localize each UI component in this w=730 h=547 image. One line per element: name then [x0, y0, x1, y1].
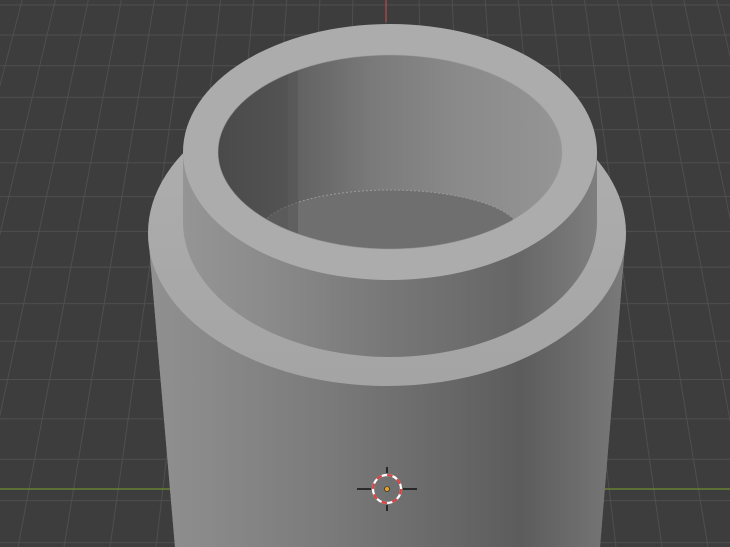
grid-line — [0, 0, 89, 418]
3d-viewport[interactable] — [0, 0, 730, 547]
grid-line — [683, 0, 730, 221]
grid-line — [63, 0, 155, 547]
grid-line — [716, 0, 730, 59]
grid-line — [617, 0, 709, 547]
viewport-canvas — [0, 0, 730, 547]
grid-line — [17, 0, 122, 547]
grid-line — [0, 0, 23, 88]
grid-line — [0, 0, 56, 236]
